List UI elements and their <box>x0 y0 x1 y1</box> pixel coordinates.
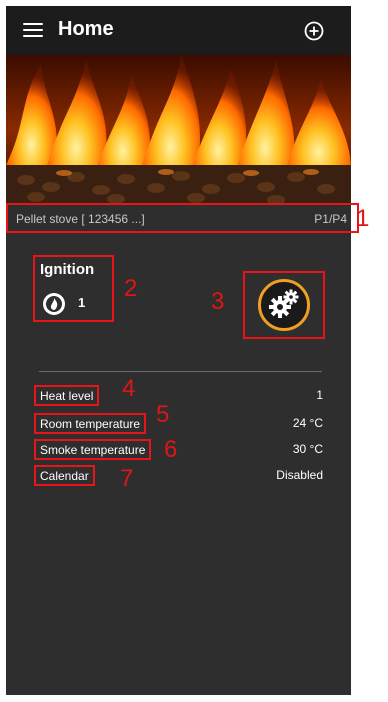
smoke-temperature-label: Smoke temperature <box>34 439 152 460</box>
ignition-panel: Ignition 1 <box>33 255 114 322</box>
flame-icon <box>50 298 58 310</box>
callout-5: 5 <box>156 401 170 428</box>
settings-panel <box>243 271 325 339</box>
ignition-toggle-button[interactable] <box>43 293 65 315</box>
calendar-value: Disabled <box>276 468 323 482</box>
section-divider <box>39 371 322 372</box>
device-page-indicator: P1/P4 <box>314 212 347 226</box>
fire-banner-image <box>6 55 351 205</box>
calendar-label: Calendar <box>34 465 95 486</box>
add-circle-icon[interactable] <box>304 21 324 41</box>
smoke-temperature-value: 30 °C <box>292 442 323 456</box>
callout-2: 2 <box>124 275 138 302</box>
ignition-title: Ignition <box>40 261 95 278</box>
ignition-value: 1 <box>78 295 86 310</box>
hamburger-menu-icon[interactable] <box>23 23 43 39</box>
heat-level-label: Heat level <box>34 385 100 406</box>
top-app-bar: Home <box>6 6 351 55</box>
app-screen: Home Ignition 1 Heat level 1 Room temper… <box>6 6 351 695</box>
gears-icon <box>269 289 299 318</box>
callout-4: 4 <box>122 375 136 402</box>
device-selector-bar[interactable]: Pellet stove [ 123456 ...] P1/P4 <box>6 203 359 233</box>
callout-6: 6 <box>164 436 178 463</box>
callout-7: 7 <box>120 465 134 492</box>
page-title: Home <box>58 18 114 40</box>
settings-button[interactable] <box>258 279 310 331</box>
callout-1: 1 <box>356 205 370 232</box>
heat-level-value: 1 <box>316 388 323 402</box>
room-temperature-value: 24 °C <box>292 416 323 430</box>
callout-3: 3 <box>211 288 225 315</box>
room-temperature-label: Room temperature <box>34 413 147 434</box>
device-name: Pellet stove [ 123456 ...] <box>16 212 145 226</box>
